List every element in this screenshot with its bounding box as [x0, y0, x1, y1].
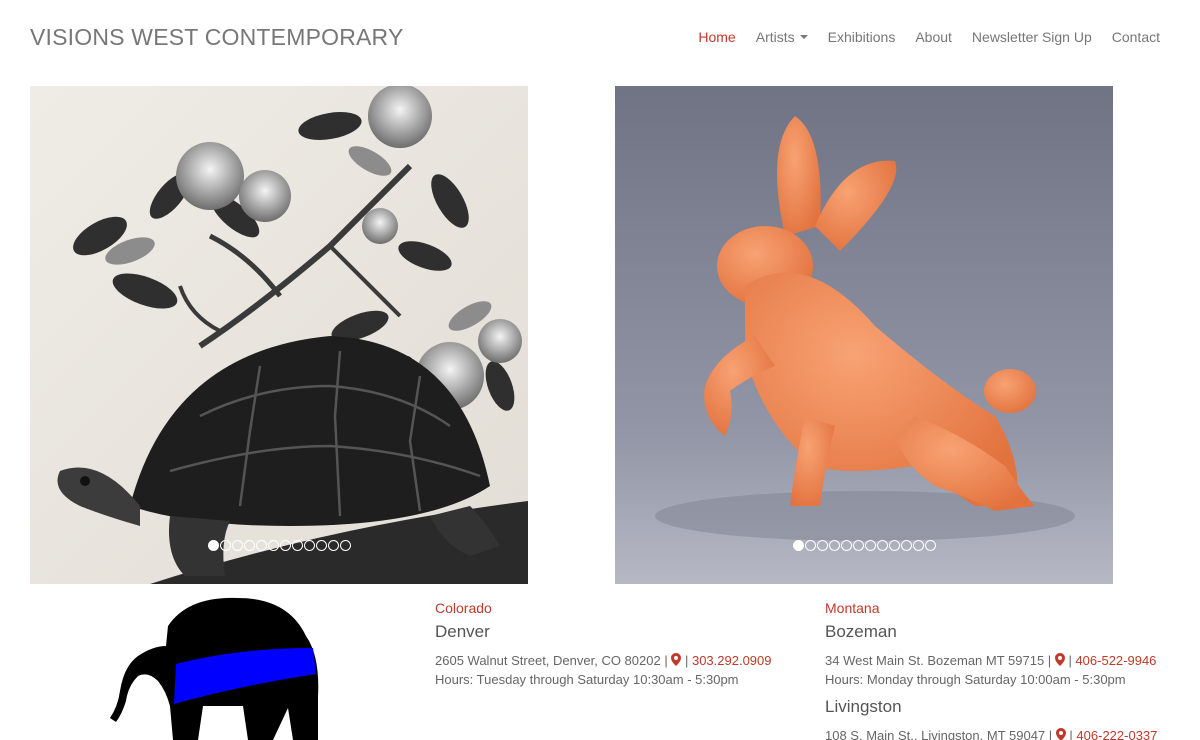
- slider-dot[interactable]: [912, 540, 924, 551]
- phone-link[interactable]: 406-522-9946: [1075, 653, 1156, 668]
- nav-newsletter[interactable]: Newsletter Sign Up: [972, 29, 1092, 45]
- slider-pagination-left: [30, 540, 528, 551]
- nav-about[interactable]: About: [915, 29, 952, 45]
- hours-text: Hours: Monday through Saturday 10:00am -…: [825, 672, 1126, 687]
- slider-dot[interactable]: [303, 540, 315, 551]
- separator: |: [1069, 728, 1073, 740]
- nav-contact[interactable]: Contact: [1112, 29, 1160, 45]
- address-line-2: 108 S. Main St., Livingston, MT 59047 | …: [825, 726, 1157, 740]
- nav-artists[interactable]: Artists: [756, 29, 808, 45]
- slider-dot[interactable]: [804, 540, 816, 551]
- artwork-slider-left[interactable]: [30, 86, 528, 584]
- phone-link-2[interactable]: 406-222-0337: [1076, 728, 1157, 740]
- slider-dot[interactable]: [255, 540, 267, 551]
- slider-dot[interactable]: [231, 540, 243, 551]
- nav-exhibitions[interactable]: Exhibitions: [828, 29, 896, 45]
- slider-dot[interactable]: [291, 540, 303, 551]
- slider-dot[interactable]: [924, 540, 936, 551]
- slider-dot[interactable]: [816, 540, 828, 551]
- separator: |: [1068, 653, 1072, 668]
- phone-link[interactable]: 303.292.0909: [692, 653, 772, 668]
- city-heading: Bozeman: [825, 622, 897, 641]
- main-nav: Home Artists Exhibitions About Newslette…: [698, 29, 1160, 45]
- address-text: 2605 Walnut Street, Denver, CO 80202 |: [435, 653, 668, 668]
- address-line: 2605 Walnut Street, Denver, CO 80202 | |…: [435, 651, 772, 670]
- caret-down-icon: [799, 35, 808, 39]
- slider-dot[interactable]: [840, 540, 852, 551]
- separator: |: [684, 653, 689, 668]
- site-brand[interactable]: VISIONS WEST CONTEMPORARY: [30, 24, 403, 51]
- state-heading: Montana: [825, 600, 880, 616]
- address-text-2: 108 S. Main St., Livingston, MT 59047 |: [825, 728, 1053, 740]
- slider-dot[interactable]: [207, 540, 219, 551]
- slider-dot[interactable]: [279, 540, 291, 551]
- slider-dot[interactable]: [267, 540, 279, 551]
- slider-dot[interactable]: [888, 540, 900, 551]
- elephant-logo-icon: [110, 597, 319, 740]
- address-text: 34 West Main St. Bozeman MT 59715 |: [825, 653, 1052, 668]
- slider-dot[interactable]: [792, 540, 804, 551]
- turtle-painting-image: [30, 86, 528, 584]
- map-pin-icon[interactable]: [671, 653, 682, 666]
- slider-dot[interactable]: [828, 540, 840, 551]
- location-montana: Montana Bozeman 34 West Main St. Bozeman…: [825, 600, 1157, 740]
- slider-dot[interactable]: [852, 540, 864, 551]
- slider-dot[interactable]: [219, 540, 231, 551]
- map-pin-icon[interactable]: [1055, 728, 1066, 740]
- slider-dot[interactable]: [243, 540, 255, 551]
- location-colorado: Colorado Denver 2605 Walnut Street, Denv…: [435, 600, 772, 689]
- state-heading: Colorado: [435, 600, 492, 616]
- slider-dot[interactable]: [900, 540, 912, 551]
- city-heading: Denver: [435, 622, 490, 641]
- slider-dot[interactable]: [864, 540, 876, 551]
- address-line: 34 West Main St. Bozeman MT 59715 | | 40…: [825, 651, 1157, 670]
- map-pin-icon[interactable]: [1054, 653, 1065, 666]
- nav-artists-label: Artists: [755, 29, 795, 45]
- hours-text: Hours: Tuesday through Saturday 10:30am …: [435, 672, 739, 687]
- hare-sculpture-image: [615, 86, 1113, 584]
- slider-dot[interactable]: [327, 540, 339, 551]
- slider-pagination-right: [615, 540, 1113, 551]
- city-heading-2: Livingston: [825, 697, 902, 716]
- nav-home[interactable]: Home: [698, 29, 735, 45]
- artwork-slider-right[interactable]: [615, 86, 1113, 584]
- slider-dot[interactable]: [315, 540, 327, 551]
- slider-dot[interactable]: [339, 540, 351, 551]
- slider-dot[interactable]: [876, 540, 888, 551]
